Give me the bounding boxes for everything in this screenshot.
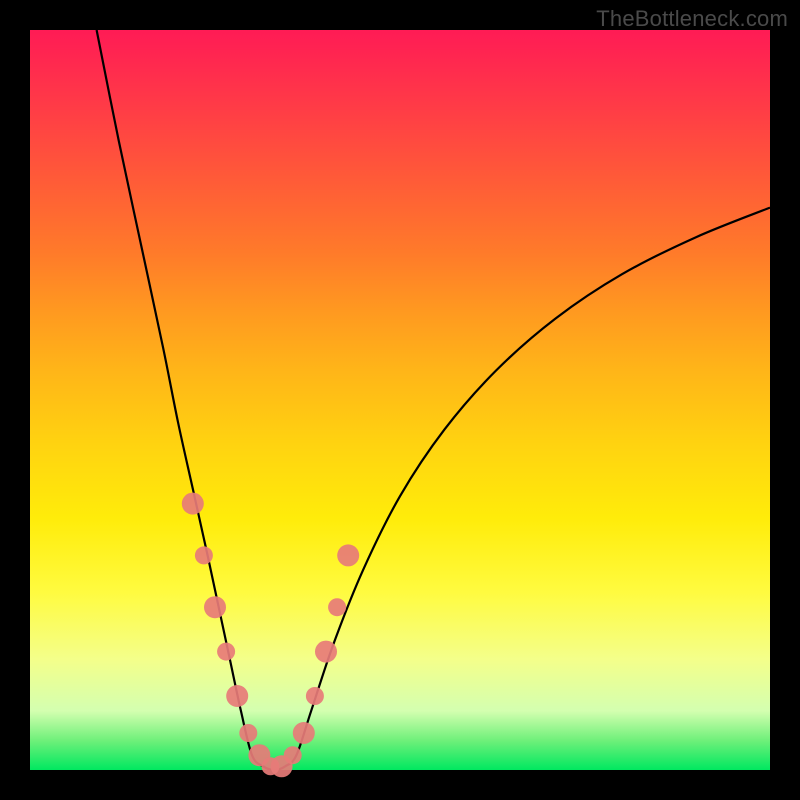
highlight-dot xyxy=(337,544,359,566)
highlight-dot xyxy=(182,493,204,515)
highlight-dot xyxy=(284,746,302,764)
bottleneck-curve xyxy=(97,30,770,770)
chart-svg xyxy=(30,30,770,770)
dot-layer xyxy=(182,493,359,778)
chart-frame: TheBottleneck.com xyxy=(0,0,800,800)
highlight-dot xyxy=(293,722,315,744)
highlight-dot xyxy=(204,596,226,618)
highlight-dot xyxy=(306,687,324,705)
watermark-text: TheBottleneck.com xyxy=(596,6,788,32)
curve-layer xyxy=(97,30,770,770)
plot-area xyxy=(30,30,770,770)
highlight-dot xyxy=(195,546,213,564)
highlight-dot xyxy=(226,685,248,707)
highlight-dot xyxy=(217,643,235,661)
highlight-dot xyxy=(328,598,346,616)
highlight-dot xyxy=(239,724,257,742)
highlight-dot xyxy=(315,641,337,663)
